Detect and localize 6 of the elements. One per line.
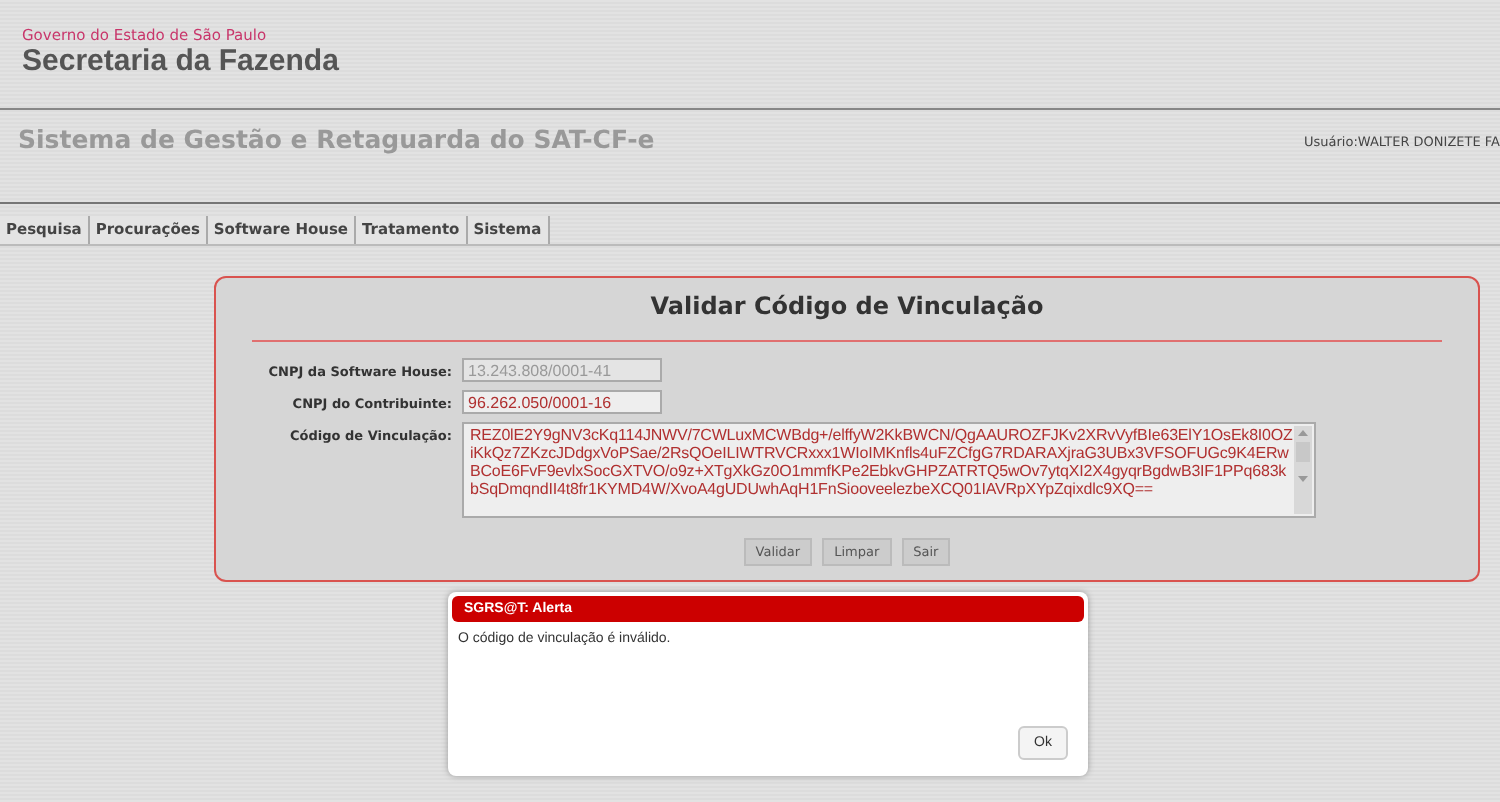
scrollbar-icon [1294, 426, 1312, 514]
input-field[interactable]: 96.262.050/0001-16 [462, 390, 662, 414]
code-textarea[interactable]: REZ0lE2Y9gNV3cKq114JNWV/7CWLuxMCWBdg+/elffyW2KkBWCN/QgAAUROZFJKv2XRvVyfBIe63ElY1OsEk8I0OZiKkQz7ZKzcJDdgxVoPSae/2RsQOeILIWTRVCRxxx1WIoIMKnfls4uFZCfgG7RDARAXjraG3UBx3VFSOFUGc9K4ERwBCoE6FvF9evlxSocGXTVO/o9z+XTgXkGz0O1mmfKPe2EbkvGHPZATRTQ5wOv7ytqXI2X4gyqrBgdwB3IF1PPq683kbSqDmqndII4t8fr1KYMD4W/XvoA4gUDUwhAqH1FnSiooveelezbeXCQ01IAVRpXYpZqixdlc9XQ== [462, 422, 1316, 518]
system-title: Sistema de Gestão e Retaguarda do SAT-CF-e [18, 124, 655, 158]
secretariat-logo-text: Secretaria da Fazenda [22, 44, 341, 78]
form-title: Validar Código de Vinculação [648, 292, 1046, 320]
